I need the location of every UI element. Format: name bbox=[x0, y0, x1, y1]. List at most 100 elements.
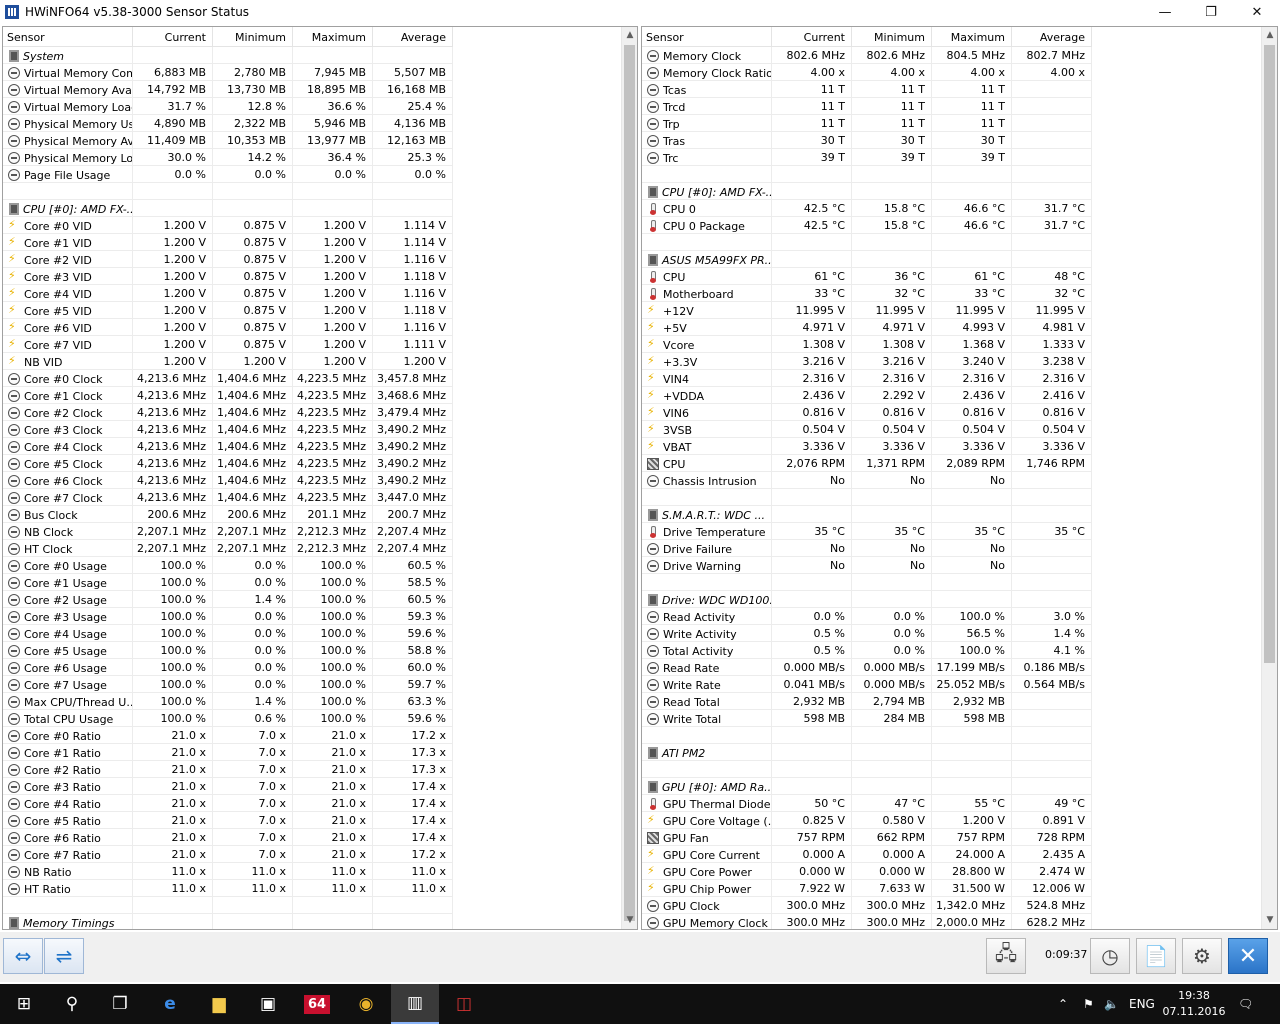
sensor-row[interactable]: Core #3 VID1.200 V0.875 V1.200 V1.118 V bbox=[3, 268, 453, 285]
sensor-row[interactable]: Read Rate 0.000 MB/s 0.000 MB/s 17.199 MB/s… bbox=[642, 659, 1092, 676]
sensor-row[interactable]: Trc 39 T 39 T 39 T bbox=[642, 149, 1092, 166]
start-button[interactable]: ⊞ bbox=[0, 984, 48, 1024]
sensor-row[interactable]: VBAT3.336 V3.336 V3.336 V3.336 V bbox=[642, 438, 1092, 455]
sensor-row[interactable]: Core #5 Clock 4,213.6 MHz 1,404.6 MHz 4,223… bbox=[3, 455, 453, 472]
logging-button[interactable]: 📄 bbox=[1136, 938, 1176, 974]
sensor-row[interactable]: Core #7 VID1.200 V0.875 V1.200 V1.111 V bbox=[3, 336, 453, 353]
show-hidden-icons[interactable]: ⌃ bbox=[1058, 984, 1068, 1024]
sensor-row[interactable]: Page File Usage 0.0 % 0.0 % 0.0 % 0.0 % bbox=[3, 166, 453, 183]
sensor-row[interactable]: Core #3 Usage 100.0 % 0.0 % 100.0 % 59.3 % bbox=[3, 608, 453, 625]
sensor-row[interactable]: Motherboard 33 °C 32 °C 33 °C 32 °C bbox=[642, 285, 1092, 302]
column-average[interactable]: Average bbox=[1012, 27, 1092, 46]
sensor-row[interactable]: Memory Clock 802.6 MHz 802.6 MHz 804.5 MHz 8… bbox=[642, 47, 1092, 64]
sensor-row[interactable]: +3.3V3.216 V3.216 V3.240 V3.238 V bbox=[642, 353, 1092, 370]
sensor-row[interactable]: Vcore1.308 V1.308 V1.368 V1.333 V bbox=[642, 336, 1092, 353]
sensor-row[interactable]: Core #6 Clock 4,213.6 MHz 1,404.6 MHz 4,223… bbox=[3, 472, 453, 489]
sensor-row[interactable]: CPU 2,076 RPM 1,371 RPM 2,089 RPM 1,746 RPM bbox=[642, 455, 1092, 472]
sensor-row[interactable]: Total Activity 0.5 % 0.0 % 100.0 % 4.1 % bbox=[642, 642, 1092, 659]
column-sensor[interactable]: Sensor bbox=[3, 27, 133, 46]
sensor-row[interactable]: Write Rate 0.041 MB/s 0.000 MB/s 25.052 MB/… bbox=[642, 676, 1092, 693]
column-maximum[interactable]: Maximum bbox=[293, 27, 373, 46]
taskbar-chrome[interactable]: ◉ bbox=[342, 984, 390, 1024]
right-scrollbar[interactable]: ▲ ▼ bbox=[1261, 27, 1277, 929]
sensor-row[interactable]: Core #0 Clock 4,213.6 MHz 1,404.6 MHz 4,223… bbox=[3, 370, 453, 387]
left-scrollbar[interactable]: ▲ ▼ bbox=[621, 27, 637, 929]
sensor-row[interactable]: Physical Memory Used4,890 MB2,322 MB5,94… bbox=[3, 115, 453, 132]
sensor-row[interactable]: +VDDA2.436 V2.292 V2.436 V2.416 V bbox=[642, 387, 1092, 404]
minimize-button[interactable]: — bbox=[1142, 0, 1188, 24]
close-sensors-button[interactable]: ✕ bbox=[1228, 938, 1268, 974]
sensor-group-row[interactable]: System bbox=[3, 47, 453, 64]
sensor-row[interactable]: Drive Failure No No No bbox=[642, 540, 1092, 557]
close-window-button[interactable]: ✕ bbox=[1234, 0, 1280, 24]
sensor-row[interactable]: GPU Fan 757 RPM 662 RPM 757 RPM 728 RPM bbox=[642, 829, 1092, 846]
sensor-group-row[interactable]: S.M.A.R.T.: WDC ... bbox=[642, 506, 1092, 523]
sensor-row[interactable]: Read Activity 0.0 % 0.0 % 100.0 % 3.0 % bbox=[642, 608, 1092, 625]
scrollbar-thumb[interactable] bbox=[1264, 45, 1275, 663]
sensor-row[interactable]: Core #3 Ratio 21.0 x 7.0 x 21.0 x 17.4 x bbox=[3, 778, 453, 795]
reset-timer-button[interactable]: ◷ bbox=[1090, 938, 1130, 974]
sensor-row[interactable]: GPU Thermal Diode 50 °C 47 °C 55 °C 49 °C bbox=[642, 795, 1092, 812]
sensor-row[interactable]: Core #1 Usage 100.0 % 0.0 % 100.0 % 58.5 % bbox=[3, 574, 453, 591]
sensor-row[interactable]: Trcd 11 T 11 T 11 T bbox=[642, 98, 1092, 115]
sensor-row[interactable]: Core #4 Clock 4,213.6 MHz 1,404.6 MHz 4,223… bbox=[3, 438, 453, 455]
column-minimum[interactable]: Minimum bbox=[213, 27, 293, 46]
sensor-row[interactable]: Core #0 Ratio 21.0 x 7.0 x 21.0 x 17.2 x bbox=[3, 727, 453, 744]
sensor-row[interactable]: Virtual Memory Load 31.7 % 12.8 % 36.6 % 25.… bbox=[3, 98, 453, 115]
sensor-row[interactable]: Write Activity 0.5 % 0.0 % 56.5 % 1.4 % bbox=[642, 625, 1092, 642]
sensor-row[interactable]: GPU Clock 300.0 MHz 300.0 MHz 1,342.0 MHz 52… bbox=[642, 897, 1092, 914]
sensor-group-row[interactable]: ATI PM2 bbox=[642, 744, 1092, 761]
language-indicator[interactable]: ENG bbox=[1129, 984, 1155, 1024]
action-center-button[interactable]: 🗨 bbox=[1238, 984, 1253, 1024]
sensor-row[interactable]: GPU Memory Clock 300.0 MHz 300.0 MHz 2,000.… bbox=[642, 914, 1092, 929]
sensor-row[interactable]: Core #5 Ratio 21.0 x 7.0 x 21.0 x 17.4 x bbox=[3, 812, 453, 829]
scroll-up-arrow-icon[interactable]: ▲ bbox=[622, 27, 637, 44]
sensor-row[interactable]: VIN60.816 V0.816 V0.816 V0.816 V bbox=[642, 404, 1092, 421]
sensor-row[interactable]: Core #2 Ratio 21.0 x 7.0 x 21.0 x 17.3 x bbox=[3, 761, 453, 778]
sensor-row[interactable]: Core #0 Usage 100.0 % 0.0 % 100.0 % 60.5 % bbox=[3, 557, 453, 574]
sensor-row[interactable]: Core #6 VID1.200 V0.875 V1.200 V1.116 V bbox=[3, 319, 453, 336]
column-maximum[interactable]: Maximum bbox=[932, 27, 1012, 46]
task-view-button[interactable]: ❐ bbox=[96, 984, 144, 1024]
sensor-row[interactable]: Chassis Intrusion No No No bbox=[642, 472, 1092, 489]
sensor-row[interactable]: Max CPU/Thread U... 100.0 % 1.4 % 100.0 % 63… bbox=[3, 693, 453, 710]
taskbar-clock[interactable]: 19:38 07.11.2016 bbox=[1160, 988, 1228, 1020]
sensor-row[interactable]: Core #2 Usage 100.0 % 1.4 % 100.0 % 60.5 % bbox=[3, 591, 453, 608]
collapse-columns-button[interactable]: ⇌ bbox=[44, 938, 84, 974]
sensor-row[interactable]: CPU 0 42.5 °C 15.8 °C 46.6 °C 31.7 °C bbox=[642, 200, 1092, 217]
taskbar-hwinfo-sensors[interactable]: ▥ bbox=[391, 984, 439, 1024]
taskbar-amd[interactable]: ◫ bbox=[440, 984, 488, 1024]
sensor-row[interactable]: Trp 11 T 11 T 11 T bbox=[642, 115, 1092, 132]
taskbar-store[interactable]: ▣ bbox=[244, 984, 292, 1024]
taskbar-edge[interactable]: e bbox=[146, 984, 194, 1024]
taskbar-hwinfo-summary[interactable]: 64 bbox=[293, 984, 341, 1024]
volume-tray[interactable]: 🔈 bbox=[1104, 984, 1119, 1024]
sensor-row[interactable]: NB Ratio 11.0 x 11.0 x 11.0 x 11.0 x bbox=[3, 863, 453, 880]
sensor-row[interactable]: Tcas 11 T 11 T 11 T bbox=[642, 81, 1092, 98]
network-tray[interactable]: ⚑ bbox=[1083, 984, 1094, 1024]
expand-columns-button[interactable]: ⇔ bbox=[3, 938, 43, 974]
sensor-row[interactable]: Core #6 Ratio 21.0 x 7.0 x 21.0 x 17.4 x bbox=[3, 829, 453, 846]
sensor-group-row[interactable]: CPU [#0]: AMD FX-... bbox=[3, 200, 453, 217]
sensor-row[interactable]: 3VSB0.504 V0.504 V0.504 V0.504 V bbox=[642, 421, 1092, 438]
column-minimum[interactable]: Minimum bbox=[852, 27, 932, 46]
sensor-row[interactable]: Physical Memory Load30.0 %14.2 %36.4 %25… bbox=[3, 149, 453, 166]
sensor-row[interactable]: HT Ratio 11.0 x 11.0 x 11.0 x 11.0 x bbox=[3, 880, 453, 897]
sensor-row[interactable]: Core #4 VID1.200 V0.875 V1.200 V1.116 V bbox=[3, 285, 453, 302]
sensor-row[interactable]: Memory Clock Ratio 4.00 x 4.00 x 4.00 x 4.00… bbox=[642, 64, 1092, 81]
sensor-row[interactable]: Tras 30 T 30 T 30 T bbox=[642, 132, 1092, 149]
sensor-group-row[interactable]: Memory Timings bbox=[3, 914, 453, 929]
sensor-row[interactable]: Physical Memory Av... 11,409 MB 10,353 MB 1… bbox=[3, 132, 453, 149]
sensor-row[interactable]: Core #4 Ratio 21.0 x 7.0 x 21.0 x 17.4 x bbox=[3, 795, 453, 812]
sensor-group-row[interactable]: GPU [#0]: AMD Ra... bbox=[642, 778, 1092, 795]
network-button[interactable]: 🖧 bbox=[986, 938, 1026, 974]
column-sensor[interactable]: Sensor bbox=[642, 27, 772, 46]
sensor-row[interactable]: GPU Chip Power 7.922 W7.633 W31.500 W12.0… bbox=[642, 880, 1092, 897]
column-current[interactable]: Current bbox=[772, 27, 852, 46]
sensor-row[interactable]: Bus Clock 200.6 MHz 200.6 MHz 201.1 MHz 200.… bbox=[3, 506, 453, 523]
sensor-group-row[interactable]: ASUS M5A99FX PR... bbox=[642, 251, 1092, 268]
sensor-row[interactable]: +12V11.995 V11.995 V11.995 V11.995 V bbox=[642, 302, 1092, 319]
sensor-row[interactable]: Core #3 Clock 4,213.6 MHz 1,404.6 MHz 4,223… bbox=[3, 421, 453, 438]
scroll-down-arrow-icon[interactable]: ▼ bbox=[1262, 912, 1277, 929]
sensor-row[interactable]: Core #0 VID1.200 V0.875 V1.200 V1.114 V bbox=[3, 217, 453, 234]
